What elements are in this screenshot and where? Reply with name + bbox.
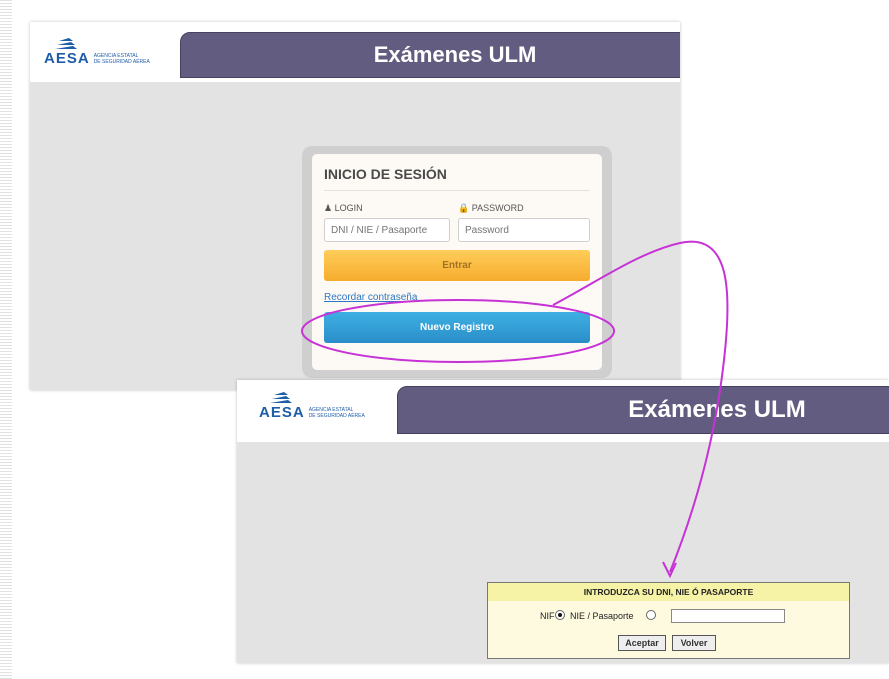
dni-form: INTRODUZCA SU DNI, NIE Ó PASAPORTE NIF N… (487, 582, 850, 659)
login-screen: AESA Agencia Estatal de Seguridad Aérea … (30, 22, 680, 390)
page-title: Exámenes ULM (397, 386, 889, 434)
page-edge (0, 0, 12, 679)
page-title: Exámenes ULM (180, 32, 680, 78)
back-button[interactable]: Volver (672, 635, 716, 651)
forgot-password-link[interactable]: Recordar contraseña (324, 292, 417, 303)
aesa-logo: AESA Agencia Estatal de Seguridad Aérea (259, 392, 365, 421)
logo-subtitle-2: de Seguridad Aérea (93, 58, 150, 65)
user-icon: ♟ (324, 203, 333, 213)
password-label-text: PASSWORD (471, 203, 524, 213)
password-input[interactable] (458, 218, 590, 242)
login-frame: INICIO DE SESIÓN ♟ LOGIN 🔒 PASSWORD Entr… (302, 146, 612, 378)
lock-icon: 🔒 (458, 203, 470, 213)
logo-mark: AESA (259, 392, 305, 421)
accept-button[interactable]: Aceptar (618, 635, 666, 651)
divider (324, 190, 590, 191)
login-heading: INICIO DE SESIÓN (324, 166, 447, 182)
plane-icon (269, 392, 292, 403)
login-card: INICIO DE SESIÓN ♟ LOGIN 🔒 PASSWORD Entr… (312, 154, 602, 370)
nif-option-label: NIF (540, 611, 555, 621)
login-input[interactable] (324, 218, 450, 242)
login-label: ♟ LOGIN (324, 203, 363, 214)
dni-input[interactable] (671, 609, 785, 623)
login-label-text: LOGIN (334, 203, 363, 213)
enter-button[interactable]: Entrar (324, 250, 590, 281)
aesa-logo: AESA Agencia Estatal de Seguridad Aérea (44, 38, 150, 67)
logo-word: AESA (44, 50, 90, 67)
nie-option-label: NIE / Pasaporte (570, 611, 634, 621)
dni-form-heading: INTRODUZCA SU DNI, NIE Ó PASAPORTE (488, 583, 849, 601)
logo-subtitle-2: de Seguridad Aérea (308, 412, 365, 419)
plane-icon (54, 38, 77, 49)
password-label: 🔒 PASSWORD (458, 203, 524, 214)
new-registration-button[interactable]: Nuevo Registro (324, 312, 590, 343)
nie-radio[interactable] (646, 610, 656, 620)
nif-radio[interactable] (555, 610, 565, 620)
logo-mark: AESA (44, 38, 90, 67)
registration-screen: AESA Agencia Estatal de Seguridad Aérea … (237, 380, 889, 663)
logo-word: AESA (259, 404, 305, 421)
